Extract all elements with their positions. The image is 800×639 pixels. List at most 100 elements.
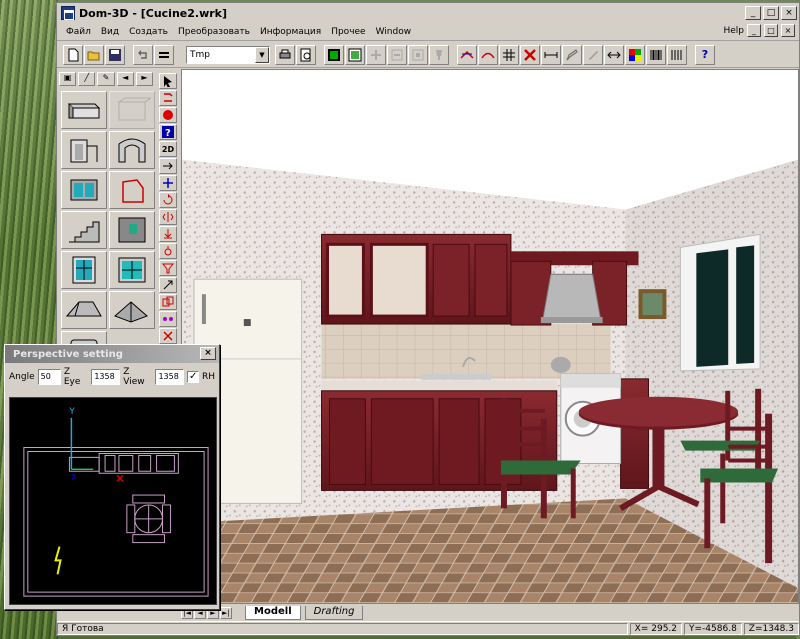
lamp-button[interactable] <box>429 44 449 65</box>
barcode-button[interactable] <box>646 44 666 65</box>
menu-other[interactable]: Прочее <box>326 27 370 37</box>
help-button[interactable]: ? <box>695 44 715 65</box>
print-button[interactable] <box>275 44 295 65</box>
minimize-button[interactable]: _ <box>745 6 761 20</box>
angle-field[interactable]: 50 <box>37 369 61 385</box>
zoom-out-button[interactable] <box>387 44 407 65</box>
status-y: Y=-4586.8 <box>684 622 742 635</box>
maximize-button[interactable]: □ <box>763 6 779 20</box>
render-button[interactable] <box>324 44 344 65</box>
menu-file[interactable]: Файл <box>61 27 96 37</box>
rotate-icon <box>163 194 173 205</box>
grid-button[interactable] <box>499 44 519 65</box>
palette-tab-paint[interactable]: ✎ <box>97 72 115 86</box>
equal-button[interactable] <box>154 44 174 65</box>
palette-prev-button[interactable]: ◄ <box>116 72 134 86</box>
copy-button[interactable] <box>159 294 177 310</box>
rh-label: RH <box>201 372 215 382</box>
zeye-field[interactable]: 1358 <box>91 369 121 385</box>
info-button[interactable]: ? <box>159 124 177 140</box>
rotate-button[interactable] <box>159 192 177 208</box>
print-preview-button[interactable] <box>296 44 316 65</box>
plan-drawing: Y x <box>23 407 209 597</box>
stairs-tool-button[interactable] <box>61 211 107 249</box>
close-button[interactable]: × <box>781 6 797 20</box>
render-icon <box>328 48 340 61</box>
printer-icon <box>279 49 291 58</box>
niche-tool-button[interactable] <box>109 171 155 209</box>
roof-tool-button[interactable] <box>61 291 107 329</box>
tab-drafting[interactable]: Drafting <box>304 606 364 620</box>
open-file-button[interactable] <box>84 44 104 65</box>
measure-button[interactable] <box>541 44 561 65</box>
window-tool-button[interactable] <box>61 171 107 209</box>
svg-text:Y: Y <box>68 407 75 417</box>
drop-button[interactable] <box>159 243 177 259</box>
section-button[interactable] <box>457 44 477 65</box>
mirror-button[interactable] <box>159 209 177 225</box>
arch-icon <box>118 138 146 163</box>
arch-tool-button[interactable] <box>109 131 155 169</box>
copy-icon <box>162 296 174 307</box>
move-right-button[interactable] <box>159 158 177 174</box>
child-close-button[interactable]: × <box>781 24 795 37</box>
rh-checkbox[interactable]: ✓ <box>187 371 199 383</box>
align-button[interactable] <box>159 226 177 242</box>
funnel-button[interactable] <box>159 260 177 276</box>
array-button[interactable] <box>159 311 177 327</box>
stretch-icon <box>607 51 621 58</box>
3d-viewport[interactable] <box>181 69 799 604</box>
equal-icon <box>159 51 169 58</box>
palette-next-button[interactable]: ► <box>135 72 154 86</box>
palette-tab-objects[interactable]: ▣ <box>59 72 77 86</box>
zview-label: Z View <box>123 367 145 387</box>
plan-preview[interactable]: Y x <box>9 397 217 605</box>
stairs-icon <box>69 221 100 243</box>
pick-button[interactable] <box>159 90 177 106</box>
hatch-button[interactable] <box>667 44 687 65</box>
move-button[interactable] <box>159 175 177 191</box>
zview-field[interactable]: 1358 <box>155 369 185 385</box>
terrain-tool-button[interactable] <box>109 291 155 329</box>
save-button[interactable] <box>105 44 125 65</box>
menu-create[interactable]: Создать <box>124 27 173 37</box>
dialog-title-bar[interactable]: Perspective setting × <box>5 345 219 363</box>
menu-window[interactable]: Window <box>371 27 417 37</box>
wall-tool-button[interactable] <box>61 91 107 129</box>
glass-door-tool-button[interactable] <box>61 251 107 289</box>
tab-modell[interactable]: Modell <box>245 606 301 620</box>
zoom-window-button[interactable] <box>408 44 428 65</box>
record-button[interactable] <box>159 107 177 123</box>
edit-button[interactable] <box>583 44 603 65</box>
zoom-in-button[interactable] <box>366 44 386 65</box>
delete-object-button[interactable] <box>520 44 540 65</box>
palette-tab-lines[interactable]: ╱ <box>78 72 96 86</box>
door-tool-button[interactable] <box>61 131 107 169</box>
view-2d-button[interactable]: 2D <box>159 141 177 157</box>
stretch-vertical-button[interactable] <box>159 277 177 293</box>
dialog-close-button[interactable]: × <box>200 347 216 360</box>
explode-button[interactable] <box>159 328 177 344</box>
stretch-button[interactable] <box>604 44 624 65</box>
tab-scroll-last[interactable]: ►| <box>220 607 232 619</box>
menu-transform[interactable]: Преобразовать <box>173 27 255 37</box>
arc-button[interactable] <box>478 44 498 65</box>
menu-help[interactable]: Help <box>723 26 744 36</box>
window-view-button[interactable] <box>345 44 365 65</box>
pencil-button[interactable] <box>562 44 582 65</box>
panel-tool-button[interactable] <box>109 211 155 249</box>
menu-info[interactable]: Информация <box>255 27 326 37</box>
materials-button[interactable] <box>625 44 645 65</box>
child-minimize-button[interactable]: _ <box>747 24 761 37</box>
chevron-down-icon[interactable]: ▼ <box>255 46 269 63</box>
room-tool-button[interactable] <box>109 91 155 129</box>
child-maximize-button[interactable]: □ <box>764 24 778 37</box>
menu-view[interactable]: Вид <box>96 27 124 37</box>
glass-panel-tool-button[interactable] <box>109 251 155 289</box>
new-file-button[interactable] <box>63 44 83 65</box>
select-arrow-button[interactable] <box>159 73 177 89</box>
layer-select[interactable]: Tmp ▼ <box>186 45 270 64</box>
zeye-label: Z Eye <box>63 367 81 387</box>
title-bar[interactable]: Dom-3D - [Cucine2.wrk] _ □ × <box>57 3 799 23</box>
undo-button[interactable] <box>133 44 153 65</box>
